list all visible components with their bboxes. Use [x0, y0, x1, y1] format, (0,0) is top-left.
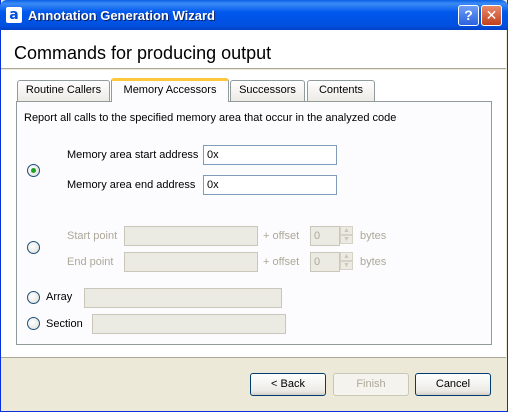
finish-button[interactable]: Finish — [333, 373, 409, 396]
start-point-input[interactable] — [124, 226, 258, 246]
tab-successors[interactable]: Successors — [230, 80, 305, 101]
title-bar[interactable]: a Annotation Generation Wizard ? ✕ — [0, 0, 508, 30]
end-offset-unit: bytes — [360, 256, 387, 268]
help-button[interactable]: ? — [458, 5, 479, 26]
point-range-radio[interactable] — [27, 241, 40, 254]
end-point-input[interactable] — [124, 252, 258, 272]
start-offset-spinner[interactable]: ▲ ▼ — [339, 226, 354, 246]
cancel-button[interactable]: Cancel — [415, 373, 491, 396]
app-logo-icon: a — [6, 7, 22, 23]
end-address-label: Memory area end address — [67, 179, 196, 191]
start-address-label: Memory area start address — [67, 149, 199, 161]
address-range-radio[interactable] — [27, 164, 40, 177]
tab-routine-callers[interactable]: Routine Callers — [17, 80, 110, 101]
spin-down-icon[interactable]: ▼ — [340, 235, 353, 244]
tab-memory-accessors[interactable]: Memory Accessors — [111, 78, 229, 102]
start-offset-label: + offset — [263, 230, 300, 242]
tab-panel-memory-accessors — [16, 101, 492, 345]
array-label: Array — [46, 291, 73, 303]
page-title: Commands for producing output — [14, 43, 272, 63]
start-address-input[interactable]: 0x — [203, 145, 337, 165]
start-point-label: Start point — [67, 230, 118, 242]
end-offset-input[interactable]: 0 — [310, 252, 340, 272]
end-offset-label: + offset — [263, 256, 300, 268]
close-button[interactable]: ✕ — [481, 5, 502, 26]
spin-down-icon[interactable]: ▼ — [340, 261, 353, 270]
window-title: Annotation Generation Wizard — [28, 8, 215, 23]
section-label: Section — [46, 318, 83, 330]
wizard-header: Commands for producing output — [1, 30, 506, 69]
start-offset-input[interactable]: 0 — [310, 226, 340, 246]
array-radio[interactable] — [27, 291, 40, 304]
section-input[interactable] — [92, 314, 286, 334]
end-address-input[interactable]: 0x — [203, 175, 337, 195]
end-point-label: End point — [67, 256, 114, 268]
section-radio[interactable] — [27, 317, 40, 330]
end-offset-spinner[interactable]: ▲ ▼ — [339, 252, 354, 272]
panel-description: Report all calls to the specified memory… — [24, 112, 397, 124]
back-button[interactable]: < Back — [250, 373, 326, 396]
spin-up-icon[interactable]: ▲ — [340, 226, 353, 235]
spin-up-icon[interactable]: ▲ — [340, 252, 353, 261]
start-offset-unit: bytes — [360, 230, 387, 242]
array-input[interactable] — [84, 288, 282, 308]
tab-contents[interactable]: Contents — [307, 80, 375, 101]
